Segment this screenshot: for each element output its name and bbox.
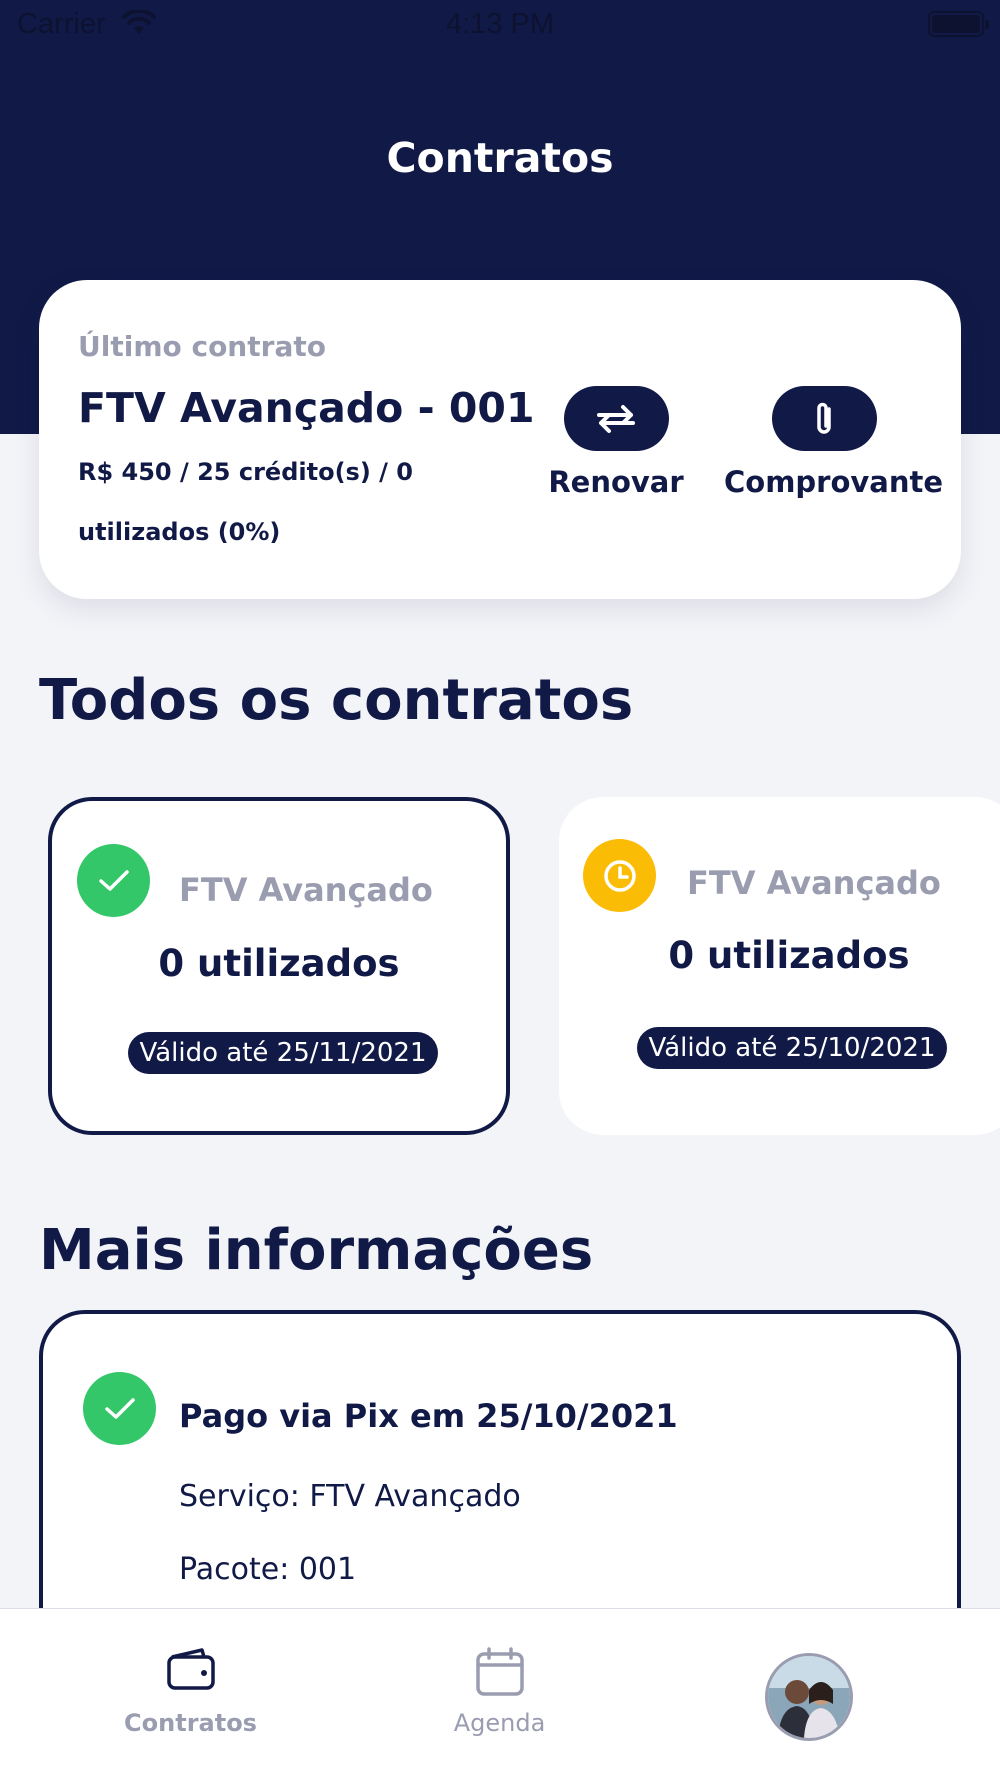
last-contract-card: Último contrato FTV Avançado - 001 R$ 45… bbox=[39, 280, 961, 599]
contract-card[interactable]: FTV Avançado 0 utilizados Válido até 25/… bbox=[48, 797, 510, 1135]
calendar-icon bbox=[475, 1647, 525, 1701]
clock-icon bbox=[583, 839, 656, 912]
check-icon bbox=[77, 844, 150, 917]
valid-until-badge: Válido até 25/10/2021 bbox=[637, 1027, 947, 1069]
receipt-label: Comprovante bbox=[724, 465, 944, 499]
payment-heading: Pago via Pix em 25/10/2021 bbox=[179, 1397, 678, 1435]
tab-profile[interactable] bbox=[642, 1609, 975, 1778]
profile-avatar bbox=[764, 1653, 853, 1741]
all-contracts-title: Todos os contratos bbox=[39, 668, 634, 733]
contract-card[interactable]: FTV Avançado 0 utilizados Válido até 25/… bbox=[559, 797, 1000, 1135]
service-line: Serviço: FTV Avançado bbox=[179, 1479, 521, 1514]
contract-used: 0 utilizados bbox=[668, 934, 910, 977]
tab-agenda-label: Agenda bbox=[453, 1709, 546, 1737]
more-info-title: Mais informações bbox=[39, 1218, 594, 1283]
paperclip-icon bbox=[817, 402, 831, 434]
contract-name: FTV Avançado bbox=[179, 871, 433, 909]
contract-name: FTV Avançado bbox=[687, 864, 941, 902]
last-contract-name: FTV Avançado - 001 bbox=[78, 384, 535, 432]
contract-used: 0 utilizados bbox=[158, 942, 400, 985]
last-contract-details: R$ 450 / 25 crédito(s) / 0 utilizados (0… bbox=[78, 458, 413, 546]
renew-button[interactable] bbox=[563, 386, 669, 451]
package-line: Pacote: 001 bbox=[179, 1552, 357, 1587]
valid-until-badge: Válido até 25/11/2021 bbox=[128, 1032, 438, 1074]
renew-icon bbox=[597, 404, 635, 433]
status-time: 4:13 PM bbox=[446, 8, 554, 40]
receipt-action: Comprovante bbox=[724, 386, 944, 499]
renew-label: Renovar bbox=[548, 465, 684, 499]
tab-agenda[interactable]: Agenda bbox=[333, 1609, 666, 1778]
page-title: Contratos bbox=[386, 134, 614, 182]
check-icon bbox=[83, 1372, 156, 1445]
last-contract-label: Último contrato bbox=[78, 330, 326, 363]
status-bar: Carrier 4:13 PM bbox=[0, 0, 1000, 50]
renew-action: Renovar bbox=[516, 386, 716, 499]
wallet-icon bbox=[166, 1647, 216, 1695]
tab-contratos-label: Contratos bbox=[124, 1709, 257, 1737]
tab-contratos[interactable]: Contratos bbox=[24, 1609, 357, 1778]
battery-icon bbox=[928, 11, 989, 37]
receipt-button[interactable] bbox=[771, 386, 877, 451]
tab-bar: Contratos Agenda bbox=[0, 1608, 1000, 1778]
